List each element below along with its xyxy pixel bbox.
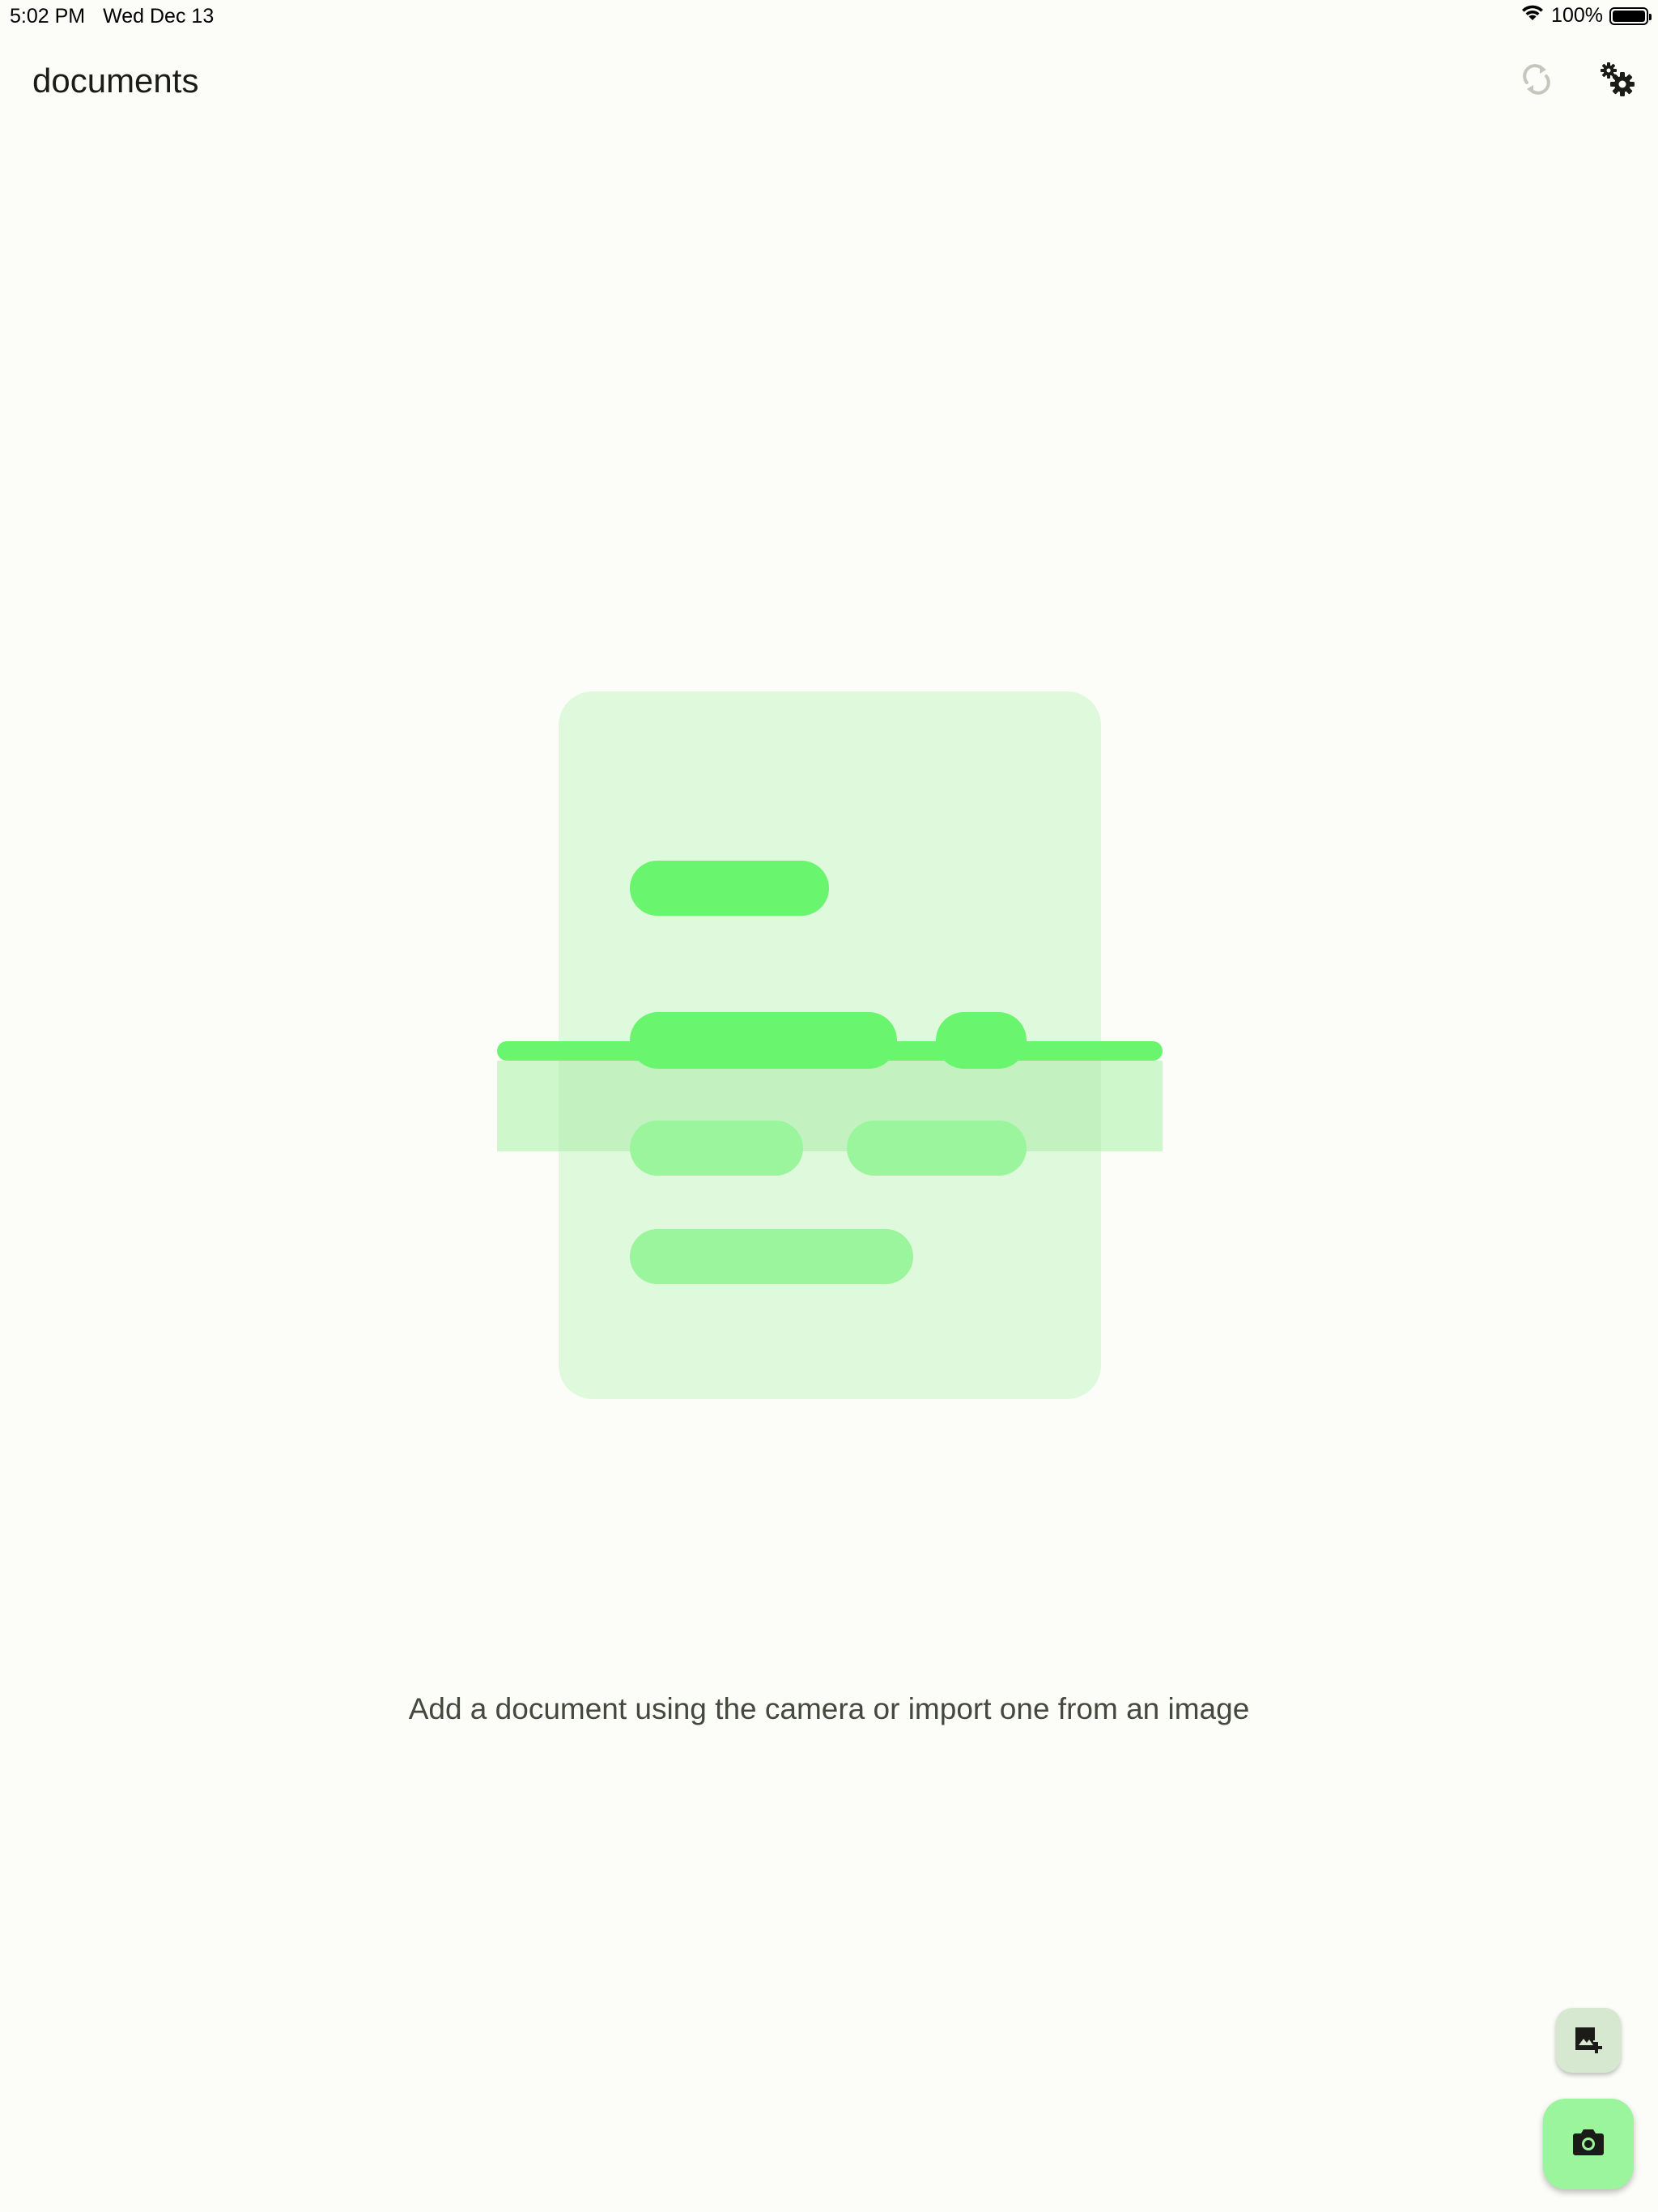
status-date: Wed Dec 13 xyxy=(103,5,215,28)
app-bar: documents xyxy=(0,49,1658,118)
sync-icon xyxy=(1520,62,1553,101)
empty-state-message: Add a document using the camera or impor… xyxy=(408,1692,1250,1725)
camera-icon xyxy=(1572,2128,1605,2161)
app-screen: 5:02 PM Wed Dec 13 100% documents Add a … xyxy=(0,0,1658,2212)
battery-percent: 100% xyxy=(1551,4,1603,27)
import-image-button[interactable] xyxy=(1556,2008,1621,2073)
page-title: documents xyxy=(32,62,199,100)
wifi-icon xyxy=(1520,3,1545,28)
settings-gears-icon xyxy=(1599,61,1636,102)
add-photo-icon xyxy=(1572,2023,1605,2059)
battery-icon xyxy=(1609,6,1652,25)
document-scan-illustration xyxy=(497,688,1163,1401)
status-right: 100% xyxy=(1520,3,1652,28)
status-time: 5:02 PM xyxy=(10,5,86,28)
status-bar: 5:02 PM Wed Dec 13 100% xyxy=(0,0,1658,32)
sync-button[interactable] xyxy=(1504,49,1569,113)
settings-button[interactable] xyxy=(1585,49,1650,113)
status-left: 5:02 PM Wed Dec 13 xyxy=(10,5,214,28)
camera-button[interactable] xyxy=(1543,2099,1634,2189)
